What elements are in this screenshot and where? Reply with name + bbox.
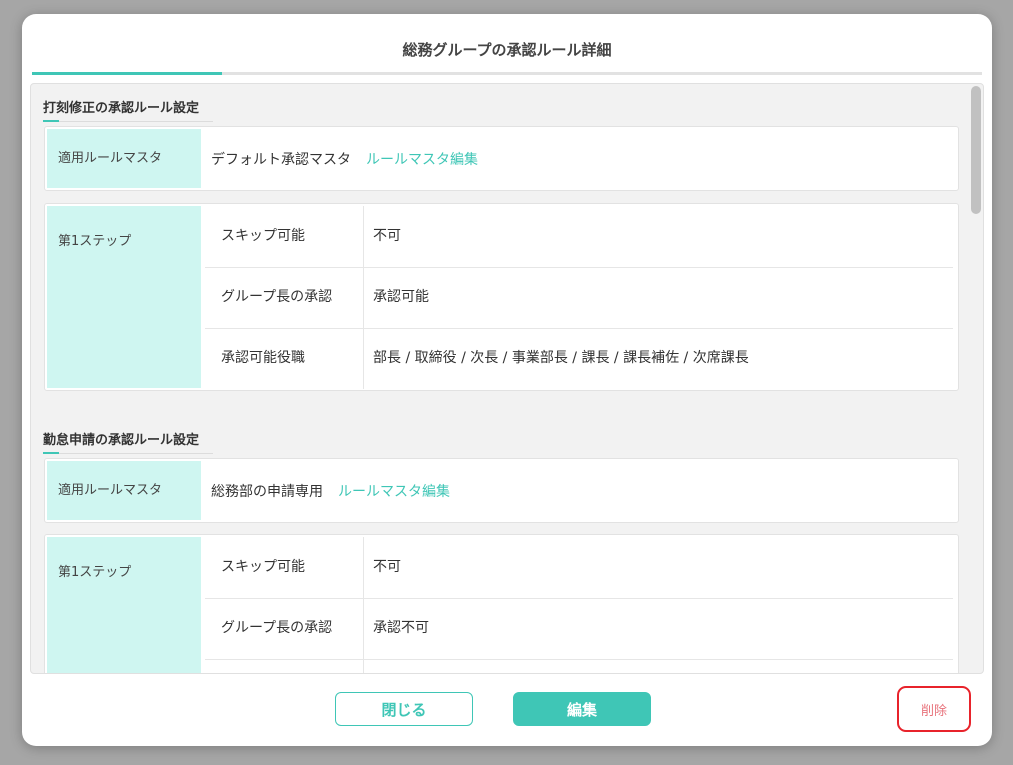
scrollbar-thumb[interactable] (971, 86, 981, 214)
modal-title: 総務グループの承認ルール詳細 (402, 41, 612, 59)
step-row-key: スキップ可能 (221, 228, 305, 244)
step-row-value: 承認可能 (373, 289, 429, 305)
title-divider (32, 72, 982, 75)
section-title-attendance-request: 勤怠申請の承認ルール設定 (43, 429, 213, 454)
step-row-skip: スキップ可能 不可 (205, 537, 953, 599)
title-divider-accent (32, 72, 222, 75)
section-underline-accent (43, 120, 59, 122)
section-title-text: 打刻修正の承認ルール設定 (43, 101, 200, 116)
section-underline (43, 120, 213, 122)
step-row-key: グループ長の承認 (221, 620, 333, 636)
section-underline (43, 452, 213, 454)
row-divider (363, 328, 364, 389)
step-row-positions: 承認可能役職 部長 / 取締役 / 次長 / 事業部長 / 課長 / 課長補佐 … (205, 328, 953, 389)
step-row-value: 部長 / 取締役 / 次長 / 事業部長 / 課長 / 課長補佐 / 次席課長 (373, 350, 749, 366)
row-divider (363, 659, 364, 673)
rule-master-label: 適用ルールマスタ (47, 461, 201, 520)
delete-button[interactable]: 削除 (897, 686, 971, 732)
rules-scroll-area[interactable]: 打刻修正の承認ルール設定 適用ルールマスタ デフォルト承認マスタ ルールマスタ編… (30, 83, 984, 674)
rule-master-card: 適用ルールマスタ デフォルト承認マスタ ルールマスタ編集 (44, 126, 959, 191)
section-underline-accent (43, 452, 59, 454)
section-title-stamp-correction: 打刻修正の承認ルール設定 (43, 97, 213, 122)
step-row-key: 承認可能役職 (221, 350, 305, 366)
row-divider (363, 537, 364, 598)
step-row-group-leader: グループ長の承認 承認不可 (205, 598, 953, 660)
step-card: 第1ステップ スキップ可能 不可 グループ長の承認 承認可能 承認可能役職 部長… (44, 203, 959, 391)
row-divider (363, 206, 364, 267)
step-row-value: 不可 (373, 559, 401, 575)
step-card: 第1ステップ スキップ可能 不可 グループ長の承認 承認不可 (44, 534, 959, 673)
step-label: 第1ステップ (47, 537, 201, 673)
step-row-skip: スキップ可能 不可 (205, 206, 953, 268)
row-divider (363, 598, 364, 659)
approval-rule-detail-modal: 総務グループの承認ルール詳細 打刻修正の承認ルール設定 適用ルールマスタ デフォ… (22, 14, 992, 746)
step-row-partial (205, 659, 953, 673)
step-row-key: スキップ可能 (221, 559, 305, 575)
rule-master-value: デフォルト承認マスタ (211, 151, 351, 168)
rule-master-label: 適用ルールマスタ (47, 129, 201, 188)
step-row-value: 承認不可 (373, 620, 429, 636)
edit-rule-master-link[interactable]: ルールマスタ編集 (366, 149, 478, 169)
close-button[interactable]: 閉じる (335, 692, 473, 726)
edit-rule-master-link[interactable]: ルールマスタ編集 (338, 481, 450, 501)
rule-master-value: 総務部の申請専用 (211, 483, 323, 500)
row-divider (363, 267, 364, 328)
rule-master-card: 適用ルールマスタ 総務部の申請専用 ルールマスタ編集 (44, 458, 959, 523)
vertical-scrollbar[interactable] (971, 86, 981, 671)
edit-button[interactable]: 編集 (513, 692, 651, 726)
step-row-key: グループ長の承認 (221, 289, 333, 305)
section-title-text: 勤怠申請の承認ルール設定 (43, 433, 200, 448)
step-row-value: 不可 (373, 228, 401, 244)
rule-master-value-wrap: 総務部の申請専用 ルールマスタ編集 (211, 459, 450, 522)
step-label: 第1ステップ (47, 206, 201, 388)
step-row-group-leader: グループ長の承認 承認可能 (205, 267, 953, 329)
rule-master-value-wrap: デフォルト承認マスタ ルールマスタ編集 (211, 127, 478, 190)
